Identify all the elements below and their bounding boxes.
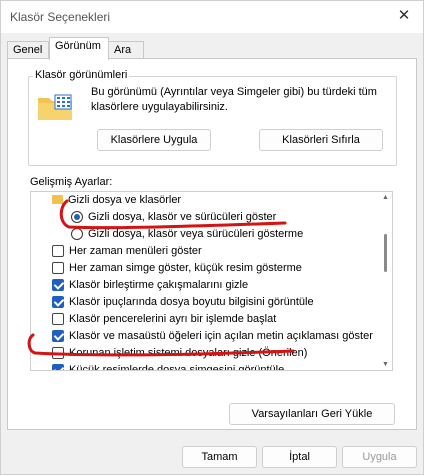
checkbox[interactable] (52, 245, 64, 257)
ok-button[interactable]: Tamam (182, 446, 257, 468)
list-item-label: Küçük resimlerde dosya simgesini görüntü… (69, 364, 285, 371)
close-icon[interactable]: ✕ (393, 6, 415, 26)
list-item[interactable]: Klasör ve masaüstü öğeleri için açılan m… (31, 328, 381, 345)
checkbox[interactable] (52, 313, 64, 325)
title-bar: Klasör Seçenekleri ✕ (1, 1, 423, 33)
list-item-label: Gizli dosya, klasör ve sürücüleri göster (88, 211, 277, 223)
folder-views-title: Klasör görünümleri (33, 69, 130, 81)
folder-view-icon (38, 94, 72, 120)
folder-options-window: Klasör Seçenekleri ✕ Genel Görünüm Ara K… (0, 0, 424, 475)
list-item-label: Korunan işletim sistemi dosyaları gizle … (69, 347, 308, 359)
folder-icon (52, 195, 63, 204)
checkbox[interactable] (52, 347, 64, 359)
list-item-label: Gizli dosya ve klasörler (68, 194, 182, 206)
list-item[interactable]: Klasör birleştirme çakışmalarını gizle (31, 277, 381, 294)
list-item[interactable]: Klasör ipuçlarında dosya boyutu bilgisin… (31, 294, 381, 311)
restore-defaults-button[interactable]: Varsayılanları Geri Yükle (229, 403, 395, 425)
scroll-up-icon[interactable]: ▲ (382, 194, 389, 201)
checkbox[interactable] (52, 262, 64, 274)
radio-button[interactable] (71, 228, 83, 240)
list-item[interactable]: Korunan işletim sistemi dosyaları gizle … (31, 345, 381, 362)
list-item-label: Gizli dosya, klasör veya sürücüleri göst… (88, 228, 304, 240)
list-scrollbar[interactable]: ▲ ▼ (380, 192, 392, 370)
radio-button[interactable] (71, 211, 83, 223)
checkbox[interactable] (52, 330, 64, 342)
advanced-settings-list: Gizli dosya ve klasörler Gizli dosya, kl… (30, 191, 393, 371)
list-item-label: Klasör birleştirme çakışmalarını gizle (69, 279, 249, 291)
checkbox[interactable] (52, 364, 64, 370)
list-item[interactable]: Küçük resimlerde dosya simgesini görüntü… (31, 362, 381, 371)
list-item[interactable]: Her zaman menüleri göster (31, 243, 381, 260)
list-item[interactable]: Klasör pencerelerini ayrı bir işlemde ba… (31, 311, 381, 328)
folder-views-description: Bu görünümü (Ayrıntılar veya Simgeler gi… (91, 86, 377, 113)
tab-genel[interactable]: Genel (7, 41, 49, 59)
list-item-label: Her zaman menüleri göster (69, 245, 202, 257)
list-item: Gizli dosya ve klasörler (31, 192, 381, 209)
scroll-down-icon[interactable]: ▼ (382, 361, 389, 368)
checkbox[interactable] (52, 296, 64, 308)
tab-ara[interactable]: Ara (108, 41, 144, 59)
window-title: Klasör Seçenekleri (10, 10, 111, 24)
list-item-label: Klasör pencerelerini ayrı bir işlemde ba… (69, 313, 277, 325)
list-item[interactable]: Her zaman simge göster, küçük resim göst… (31, 260, 381, 277)
tab-gorunum[interactable]: Görünüm (49, 37, 109, 60)
apply-button[interactable]: Uygula (342, 446, 417, 468)
reset-folders-button[interactable]: Klasörleri Sıfırla (259, 129, 383, 151)
apply-to-folders-button[interactable]: Klasörlere Uygula (97, 129, 211, 151)
scrollbar-thumb[interactable] (384, 234, 387, 272)
advanced-settings-title: Gelişmiş Ayarlar: (30, 176, 113, 188)
list-item-label: Klasör ipuçlarında dosya boyutu bilgisin… (69, 296, 314, 308)
list-item[interactable]: Gizli dosya, klasör veya sürücüleri göst… (31, 226, 381, 243)
list-item[interactable]: Gizli dosya, klasör ve sürücüleri göster (31, 209, 381, 226)
checkbox[interactable] (52, 279, 64, 291)
cancel-button[interactable]: İptal (262, 446, 337, 468)
list-item-label: Her zaman simge göster, küçük resim göst… (69, 262, 302, 274)
list-item-label: Klasör ve masaüstü öğeleri için açılan m… (69, 330, 373, 342)
